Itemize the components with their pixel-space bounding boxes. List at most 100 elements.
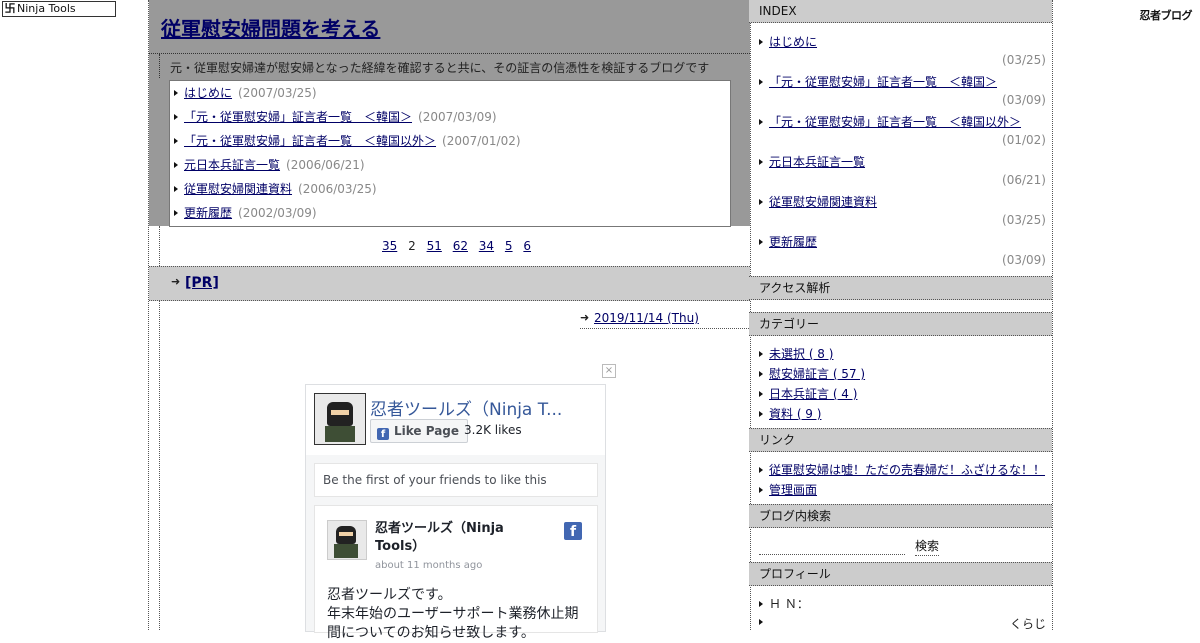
pager-link[interactable]: 34 — [479, 239, 494, 253]
recent-entry-link[interactable]: はじめに — [184, 86, 232, 100]
profile-hn-value: くらじ — [1009, 617, 1046, 631]
category-link[interactable]: 日本兵証言 ( 4 ) — [769, 387, 857, 401]
post-date-row: ➜ 2019/11/14 (Thu) — [580, 310, 751, 329]
pager-link[interactable]: 62 — [453, 239, 468, 253]
arrow-right-icon: ➜ — [580, 311, 590, 324]
bullet-arrow-icon — [174, 138, 178, 144]
fb-widget-header: 忍者ツールズ（Ninja T... f Like Page 3.2K likes — [306, 385, 605, 455]
facebook-icon: f — [377, 428, 389, 440]
profile-hn-row: Ｈ Ｎ： — [755, 595, 809, 612]
index-link[interactable]: 従軍慰安婦関連資料 — [769, 195, 877, 209]
bullet-arrow-icon — [174, 162, 178, 168]
index-link[interactable]: 「元・従軍慰安婦」証言者一覧 ＜韓国＞ — [769, 75, 997, 89]
pager-link[interactable]: 5 — [505, 239, 513, 253]
ninja-body-shape — [325, 426, 355, 442]
index-date: (03/09) — [1002, 253, 1046, 267]
links-heading: リンク — [749, 428, 1052, 452]
index-link[interactable]: 元日本兵証言一覧 — [769, 155, 865, 169]
index-link[interactable]: 更新履歴 — [769, 235, 817, 249]
bullet-arrow-icon — [759, 119, 763, 125]
ninja-tools-badge[interactable]: 卐 Ninja Tools — [2, 1, 116, 17]
links-heading-label: リンク — [759, 433, 796, 447]
index-item: 「元・従軍慰安婦」証言者一覧 ＜韓国以外＞ — [755, 113, 1021, 130]
post-date-link[interactable]: 2019/11/14 (Thu) — [594, 311, 699, 325]
search-input[interactable] — [759, 540, 905, 555]
index-date: (06/21) — [1002, 173, 1046, 187]
bullet-arrow-icon — [759, 619, 763, 625]
recent-entry: はじめに (2007/03/25) — [170, 81, 317, 105]
recent-entry-link[interactable]: 「元・従軍慰安婦」証言者一覧 ＜韓国以外＞ — [184, 134, 436, 148]
pager-link[interactable]: 6 — [523, 239, 531, 253]
fb-like-count: 3.2K likes — [464, 423, 522, 437]
recent-entry-date: (2007/03/09) — [418, 110, 497, 124]
access-heading-label: アクセス解析 — [759, 281, 831, 295]
shinobi-blog-logo[interactable]: 忍者ブログ — [1140, 7, 1193, 23]
ninja-tools-label: Ninja Tools — [17, 2, 76, 15]
pr-bar: ➜ [PR] — [149, 266, 750, 301]
like-page-button[interactable]: f Like Page — [370, 419, 469, 443]
pager-row: 35 2 51 62 34 5 6 — [159, 226, 751, 266]
recent-entries-box: はじめに (2007/03/25) 「元・従軍慰安婦」証言者一覧 ＜韓国＞ (200… — [169, 80, 731, 227]
category-heading-label: カテゴリー — [759, 317, 820, 331]
fb-friends-notice: Be the first of your friends to like thi… — [314, 463, 598, 497]
recent-entry-link[interactable]: 更新履歴 — [184, 206, 232, 220]
recent-entry: 「元・従軍慰安婦」証言者一覧 ＜韓国以外＞ (2007/01/02) — [170, 129, 521, 153]
index-item: 更新履歴 — [755, 233, 817, 250]
admin-link[interactable]: 管理画面 — [769, 483, 817, 497]
index-item: はじめに — [755, 33, 817, 50]
index-heading-label: INDEX — [759, 4, 797, 18]
search-button[interactable]: 検索 — [915, 537, 940, 556]
blog-header: 従軍慰安婦問題を考える 元・従軍慰安婦達が慰安婦となった経緯を確認すると共に、そ… — [149, 0, 750, 227]
index-date: (03/25) — [1002, 53, 1046, 67]
fb-post-text: 忍者ツールズです。 年末年始のユーザーサポート業務休止期 間についてのお知らせ致… — [327, 586, 589, 643]
search-heading: ブログ内検索 — [749, 504, 1052, 528]
category-heading: カテゴリー — [749, 312, 1052, 336]
pager-current: 2 — [408, 239, 416, 253]
page-avatar[interactable] — [314, 393, 366, 445]
fb-post-time[interactable]: about 11 months ago — [375, 560, 482, 571]
close-icon[interactable]: × — [602, 364, 616, 378]
index-item: 「元・従軍慰安婦」証言者一覧 ＜韓国＞ — [755, 73, 997, 90]
pager-link[interactable]: 35 — [382, 239, 397, 253]
recent-entry-link[interactable]: 従軍慰安婦関連資料 — [184, 182, 292, 196]
index-heading: INDEX — [749, 0, 1052, 23]
recent-entry: 元日本兵証言一覧 (2006/06/21) — [170, 153, 365, 177]
fb-post: 忍者ツールズ（Ninja Tools） about 11 months ago … — [314, 505, 598, 641]
bullet-arrow-icon — [174, 186, 178, 192]
index-item: 元日本兵証言一覧 — [755, 153, 865, 170]
fb-post-author[interactable]: 忍者ツールズ（Ninja Tools） — [375, 520, 545, 556]
profile-heading-label: プロフィール — [759, 567, 831, 581]
recent-entry-date: (2007/01/02) — [442, 134, 521, 148]
ninja-eyes-shape — [331, 410, 349, 415]
recent-entry: 従軍慰安婦関連資料 (2006/03/25) — [170, 177, 377, 201]
fb-post-line: 忍者ツールズです。 — [327, 587, 452, 603]
category-link[interactable]: 未選択 ( 8 ) — [769, 347, 833, 361]
link-item: 従軍慰安婦は嘘！ただの売春婦だ！ふざけるな！！ — [755, 461, 1045, 478]
pager-link[interactable]: 51 — [427, 239, 442, 253]
recent-entry: 「元・従軍慰安婦」証言者一覧 ＜韓国＞ (2007/03/09) — [170, 105, 497, 129]
recent-entry: 更新履歴 (2002/03/09) — [170, 201, 317, 225]
category-link[interactable]: 資料 ( 9 ) — [769, 407, 821, 421]
recent-entry-link[interactable]: 「元・従軍慰安婦」証言者一覧 ＜韓国＞ — [184, 110, 412, 124]
post-avatar[interactable] — [327, 520, 367, 560]
blog-title[interactable]: 従軍慰安婦問題を考える — [161, 13, 380, 42]
fb-friends-text: Be the first of your friends to like thi… — [323, 473, 547, 487]
bullet-arrow-icon — [759, 239, 763, 245]
pr-link[interactable]: [PR] — [185, 275, 219, 291]
facebook-icon[interactable]: f — [564, 522, 582, 540]
index-link[interactable]: 「元・従軍慰安婦」証言者一覧 ＜韓国以外＞ — [769, 115, 1021, 129]
bullet-arrow-icon — [174, 210, 178, 216]
category-item: 未選択 ( 8 ) — [755, 345, 833, 362]
fb-page-name[interactable]: 忍者ツールズ（Ninja T... — [370, 395, 590, 420]
bullet-arrow-icon — [759, 487, 763, 493]
bullet-arrow-icon — [759, 159, 763, 165]
bullet-arrow-icon — [759, 199, 763, 205]
index-link[interactable]: はじめに — [769, 35, 817, 49]
external-link[interactable]: 従軍慰安婦は嘘！ただの売春婦だ！ふざけるな！！ — [769, 463, 1045, 477]
category-link[interactable]: 慰安婦証言 ( 57 ) — [769, 367, 865, 381]
index-date: (01/02) — [1002, 133, 1046, 147]
blog-description: 元・従軍慰安婦達が慰安婦となった経緯を確認すると共に、その証言の信憑性を検証する… — [170, 61, 710, 75]
fb-post-line: 年末年始のユーザーサポート業務休止期 — [327, 606, 579, 622]
recent-entry-date: (2007/03/25) — [238, 86, 317, 100]
recent-entry-link[interactable]: 元日本兵証言一覧 — [184, 158, 280, 172]
